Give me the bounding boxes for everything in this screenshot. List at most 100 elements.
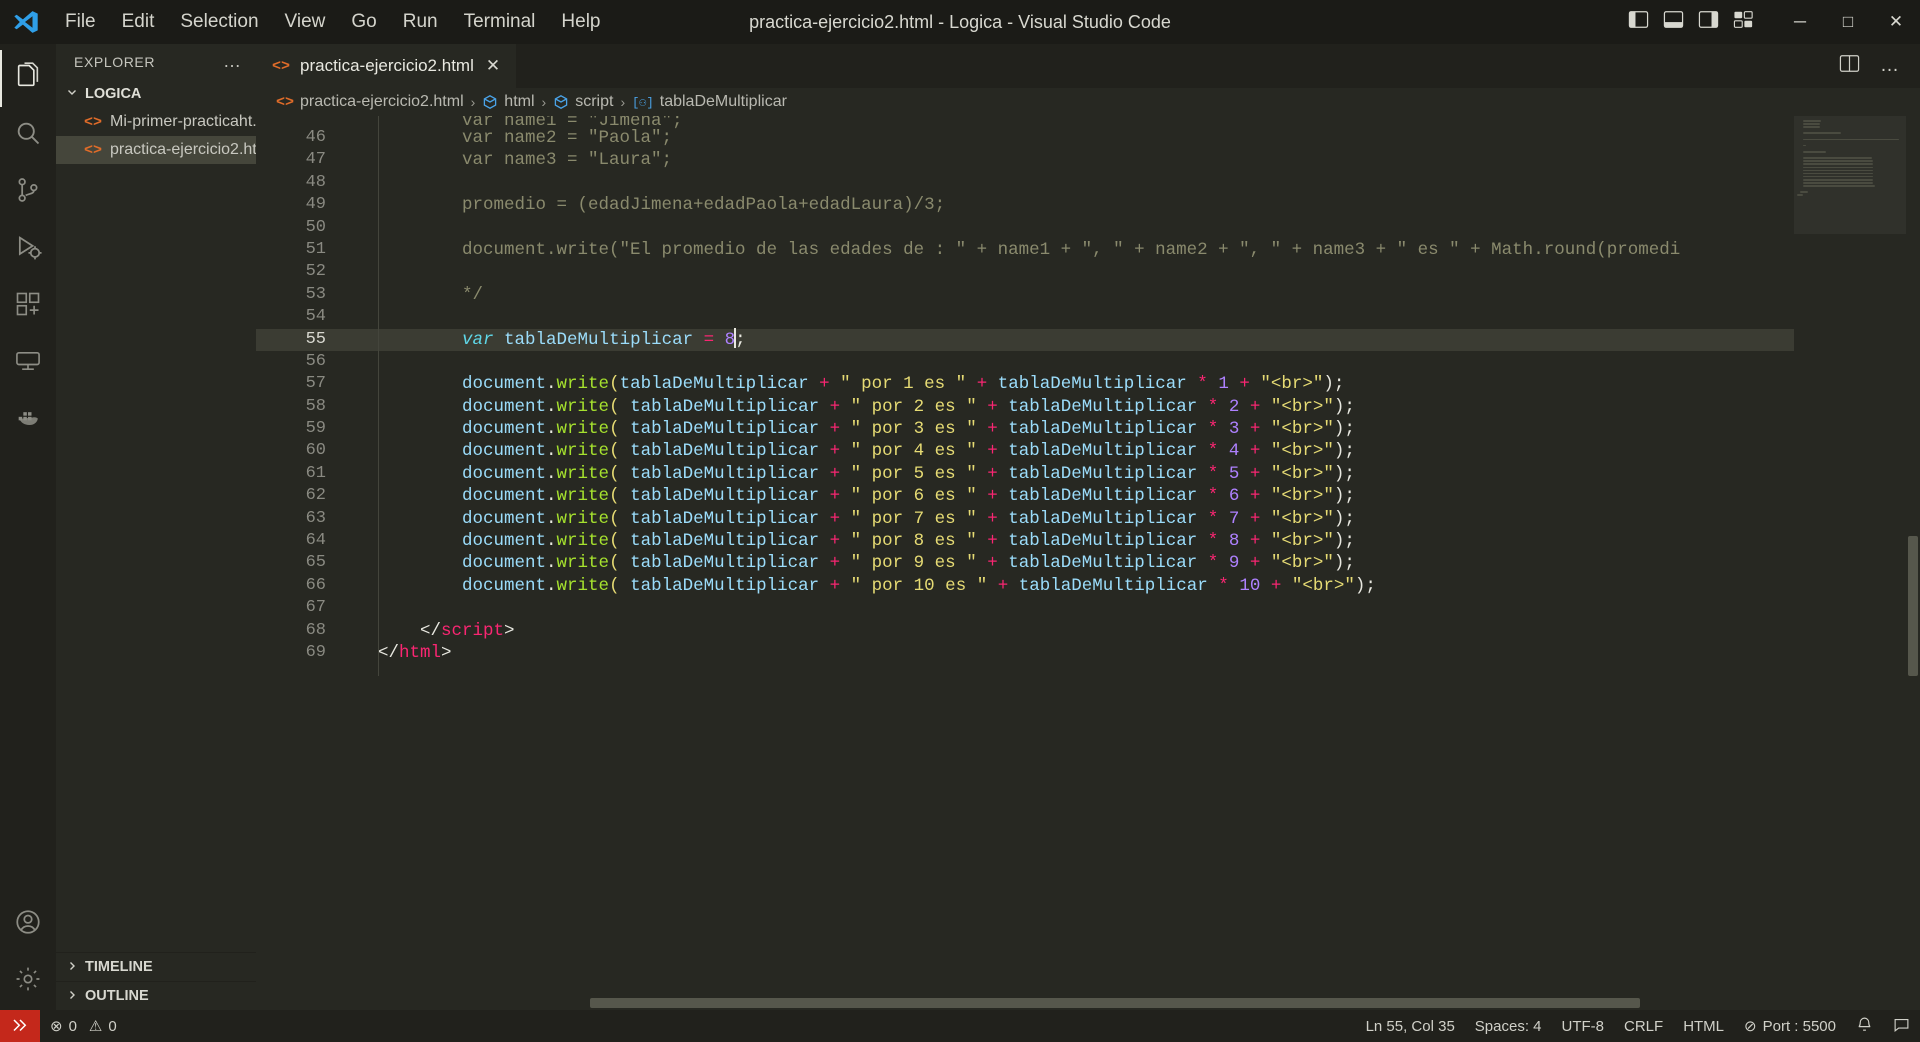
code-line[interactable]: 63 document.write( tablaDeMultiplicar + … — [256, 508, 1794, 530]
menu-selection[interactable]: Selection — [167, 7, 271, 37]
code-line[interactable]: 67 — [256, 597, 1794, 619]
code-editor[interactable]: var name1 = "Jimena"; 46 var name2 = "Pao… — [256, 116, 1920, 996]
window-close-button[interactable]: ✕ — [1872, 0, 1920, 44]
code-line[interactable]: 46 var name2 = "Paola"; — [256, 127, 1794, 149]
sidebar-panel-outline[interactable]: OUTLINE — [56, 981, 256, 1010]
code-text[interactable]: document.write("El promedio de las edade… — [378, 239, 1680, 261]
customize-layout-icon[interactable] — [1733, 10, 1754, 35]
sidebar-folder-logica[interactable]: LOGICA — [56, 79, 256, 108]
code-line[interactable]: 50 — [256, 217, 1794, 239]
sidebar-panel-timeline[interactable]: TIMELINE — [56, 952, 256, 981]
code-line[interactable]: 56 — [256, 351, 1794, 373]
code-text[interactable]: document.write( tablaDeMultiplicar + " p… — [378, 440, 1355, 462]
code-text[interactable]: document.write( tablaDeMultiplicar + " p… — [378, 530, 1355, 552]
status-cursor-position[interactable]: Ln 55, Col 35 — [1356, 1010, 1465, 1042]
status-indentation[interactable]: Spaces: 4 — [1465, 1010, 1552, 1042]
code-text[interactable]: document.write( tablaDeMultiplicar + " p… — [378, 575, 1376, 597]
status-language-mode[interactable]: HTML — [1673, 1010, 1734, 1042]
activity-item-source-control[interactable] — [0, 164, 56, 221]
menu-run[interactable]: Run — [390, 7, 451, 37]
code-line[interactable]: 54 — [256, 306, 1794, 328]
code-line[interactable]: 69 </html> — [256, 642, 1794, 664]
status-feedback[interactable] — [1883, 1010, 1920, 1042]
code-text[interactable]: document.write( tablaDeMultiplicar + " p… — [378, 552, 1355, 574]
scrollbar-thumb[interactable] — [590, 998, 1640, 1008]
toggle-secondary-sidebar-icon[interactable] — [1698, 10, 1719, 35]
code-text[interactable]: document.write(tablaDeMultiplicar + " po… — [378, 373, 1344, 395]
status-live-server-port[interactable]: ⊘ Port : 5500 — [1734, 1010, 1846, 1042]
menu-view[interactable]: View — [272, 7, 339, 37]
code-text[interactable]: var name3 = "Laura"; — [378, 149, 672, 171]
code-text[interactable]: document.write( tablaDeMultiplicar + " p… — [378, 485, 1355, 507]
code-line[interactable]: 62 document.write( tablaDeMultiplicar + … — [256, 485, 1794, 507]
code-text[interactable]: var tablaDeMultiplicar = 8; — [378, 328, 746, 351]
activity-item-explorer[interactable] — [0, 50, 56, 107]
breadcrumb-item-tabladesmultiplicar[interactable]: [⚇] tablaDeMultiplicar — [632, 93, 787, 111]
code-viewport[interactable]: var name1 = "Jimena"; 46 var name2 = "Pao… — [256, 116, 1794, 996]
activity-item-search[interactable] — [0, 107, 56, 164]
code-line[interactable]: 66 document.write( tablaDeMultiplicar + … — [256, 575, 1794, 597]
menu-terminal[interactable]: Terminal — [451, 7, 549, 37]
editor-horizontal-scrollbar[interactable] — [256, 996, 1920, 1010]
toggle-panel-icon[interactable] — [1663, 10, 1684, 35]
code-line[interactable]: 49 promedio = (edadJimena+edadPaola+edad… — [256, 194, 1794, 216]
toggle-primary-sidebar-icon[interactable] — [1628, 10, 1649, 35]
code-line[interactable]: 57 document.write(tablaDeMultiplicar + "… — [256, 373, 1794, 395]
activity-item-remote-explorer[interactable] — [0, 335, 56, 392]
activity-item-settings[interactable] — [0, 953, 56, 1010]
menu-go[interactable]: Go — [338, 7, 389, 37]
code-text[interactable]: document.write( tablaDeMultiplicar + " p… — [378, 508, 1355, 530]
code-line[interactable]: 47 var name3 = "Laura"; — [256, 149, 1794, 171]
editor-more-actions-button[interactable]: … — [1880, 55, 1900, 77]
code-line[interactable]: 51 document.write("El promedio de las ed… — [256, 239, 1794, 261]
sidebar-more-actions-button[interactable]: … — [217, 51, 248, 72]
code-line[interactable]: 53 */ — [256, 284, 1794, 306]
scrollbar-thumb[interactable] — [1908, 536, 1918, 676]
menu-edit[interactable]: Edit — [109, 7, 168, 37]
code-line[interactable]: 48 — [256, 172, 1794, 194]
code-line[interactable]: 68 </script> — [256, 620, 1794, 642]
code-line[interactable]: var name1 = "Jimena"; — [256, 116, 1794, 131]
minimap-line — [1797, 194, 1803, 197]
code-line[interactable]: 60 document.write( tablaDeMultiplicar + … — [256, 440, 1794, 462]
split-editor-icon[interactable] — [1839, 54, 1860, 78]
status-encoding[interactable]: UTF-8 — [1552, 1010, 1615, 1042]
code-text[interactable]: document.write( tablaDeMultiplicar + " p… — [378, 463, 1355, 485]
tab-practica-ejercicio2[interactable]: <> practica-ejercicio2.html ✕ — [256, 44, 518, 88]
status-eol[interactable]: CRLF — [1614, 1010, 1673, 1042]
code-line[interactable]: 65 document.write( tablaDeMultiplicar + … — [256, 552, 1794, 574]
activity-item-extensions[interactable] — [0, 278, 56, 335]
window-minimize-button[interactable]: ─ — [1776, 0, 1824, 44]
breadcrumb-item-script[interactable]: script — [553, 93, 613, 111]
code-line[interactable]: 59 document.write( tablaDeMultiplicar + … — [256, 418, 1794, 440]
editor-vertical-scrollbar[interactable] — [1906, 116, 1920, 996]
code-line[interactable]: 52 — [256, 261, 1794, 283]
code-text[interactable]: */ — [378, 284, 483, 306]
code-line[interactable]: 64 document.write( tablaDeMultiplicar + … — [256, 530, 1794, 552]
code-text[interactable]: </html> — [378, 642, 452, 664]
menu-help[interactable]: Help — [548, 7, 613, 37]
menu-file[interactable]: File — [52, 7, 109, 37]
tab-close-icon[interactable]: ✕ — [484, 56, 502, 76]
minimap[interactable] — [1794, 116, 1906, 996]
sidebar-file-practica-ejercicio2[interactable]: <> practica-ejercicio2.html — [56, 136, 274, 164]
status-remote-bell[interactable] — [1846, 1010, 1883, 1042]
code-line[interactable]: 61 document.write( tablaDeMultiplicar + … — [256, 463, 1794, 485]
breadcrumb-item-file[interactable]: <> practica-ejercicio2.html — [276, 93, 464, 111]
status-errors-warnings[interactable]: ⊗ 0 ⚠ 0 — [40, 1010, 127, 1042]
code-line[interactable]: 58 document.write( tablaDeMultiplicar + … — [256, 396, 1794, 418]
code-lines[interactable]: var name1 = "Jimena"; 46 var name2 = "Pao… — [256, 116, 1794, 676]
code-text[interactable]: document.write( tablaDeMultiplicar + " p… — [378, 396, 1355, 418]
code-text[interactable]: var name2 = "Paola"; — [378, 127, 672, 149]
breadcrumb-item-html[interactable]: html — [482, 93, 535, 111]
sidebar-file-mi-primer-practica[interactable]: <> Mi-primer-practicaht... — [56, 108, 266, 136]
activity-item-run-and-debug[interactable] — [0, 221, 56, 278]
code-line[interactable]: 55 var tablaDeMultiplicar = 8; — [256, 328, 1794, 351]
code-text[interactable]: promedio = (edadJimena+edadPaola+edadLau… — [378, 194, 945, 216]
live-share-icon[interactable] — [0, 1010, 40, 1042]
activity-item-accounts[interactable] — [0, 896, 56, 953]
window-maximize-button[interactable]: □ — [1824, 0, 1872, 44]
code-text[interactable]: </script> — [378, 620, 515, 642]
activity-item-docker[interactable] — [0, 392, 56, 449]
code-text[interactable]: document.write( tablaDeMultiplicar + " p… — [378, 418, 1355, 440]
